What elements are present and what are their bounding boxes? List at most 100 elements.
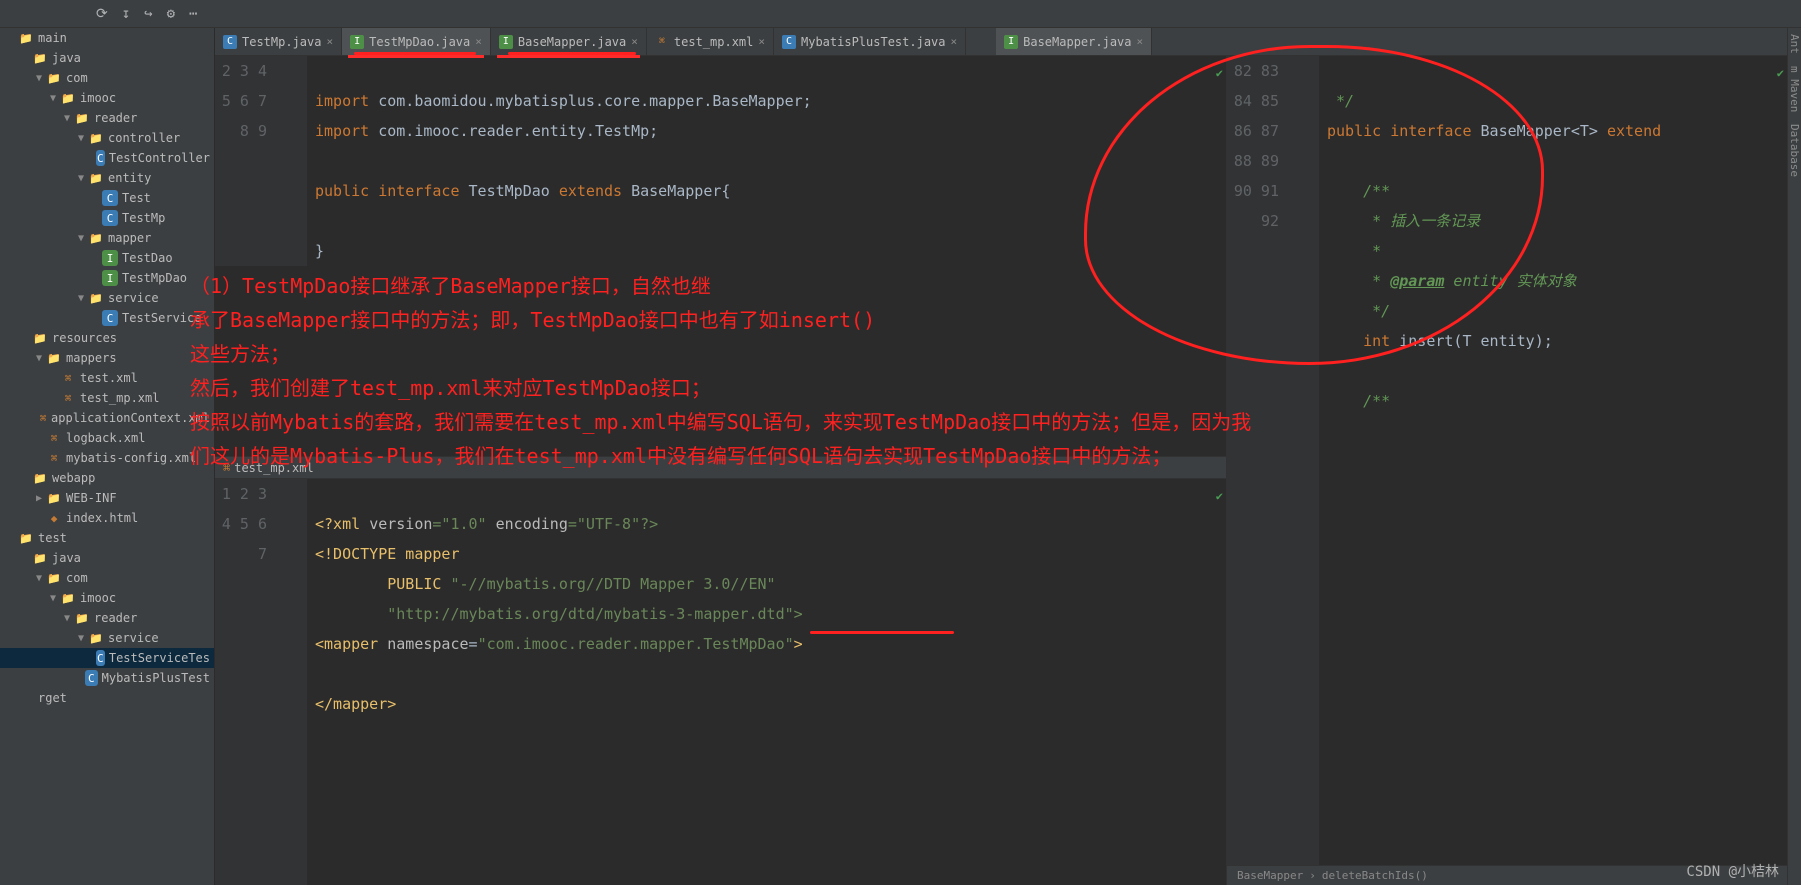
tree-label: main <box>38 31 67 45</box>
expand-arrow-icon[interactable]: ▼ <box>74 293 88 304</box>
inspection-ok-icon: ✔ <box>1777 58 1784 88</box>
xml-icon: ⌘ <box>223 461 230 475</box>
sync-icon[interactable]: ⟳ <box>96 6 108 22</box>
more-icon[interactable]: ⋯ <box>189 6 197 22</box>
close-icon[interactable]: × <box>951 35 958 48</box>
tree-item[interactable]: CMybatisPlusTest <box>0 668 214 688</box>
tree-item[interactable]: ⌘applicationContext.xml <box>0 408 214 428</box>
expand-arrow-icon[interactable]: ▼ <box>74 173 88 184</box>
ant-tool[interactable]: Ant <box>1788 28 1801 60</box>
editor-tab[interactable]: CMybatisPlusTest.java× <box>774 28 966 55</box>
tree-item[interactable]: ▼📁com <box>0 68 214 88</box>
database-tool[interactable]: Database <box>1788 118 1801 183</box>
tree-item[interactable]: ▼📁mapper <box>0 228 214 248</box>
expand-arrow-icon[interactable]: ▶ <box>32 493 46 504</box>
file-icon: ⌘ <box>60 370 76 386</box>
tree-item[interactable]: ▼📁controller <box>0 128 214 148</box>
tree-label: mapper <box>108 231 151 245</box>
editor-test-mp-xml[interactable]: ✔ 1 2 3 4 5 6 7 <?xml version="1.0" enco… <box>215 479 1226 885</box>
tree-label: test <box>38 531 67 545</box>
tree-item[interactable]: 📁main <box>0 28 214 48</box>
expand-arrow-icon[interactable]: ▼ <box>46 93 60 104</box>
tree-item[interactable]: ▼📁com <box>0 568 214 588</box>
file-icon: 📁 <box>88 630 104 646</box>
tree-item[interactable]: ▼📁service <box>0 628 214 648</box>
tree-item[interactable]: ▶📁WEB-INF <box>0 488 214 508</box>
close-icon[interactable]: × <box>631 35 638 48</box>
tab-test-mp-xml[interactable]: ⌘ test_mp.xml <box>215 457 1226 479</box>
tree-item[interactable]: ◆index.html <box>0 508 214 528</box>
tree-item[interactable]: CTestService <box>0 308 214 328</box>
file-icon: 📁 <box>32 550 48 566</box>
gear-icon[interactable]: ⚙ <box>167 6 175 22</box>
tree-item[interactable]: ⌘logback.xml <box>0 428 214 448</box>
right-tool-strip: Ant m Maven Database <box>1787 28 1801 885</box>
annotation-underline <box>508 52 636 55</box>
tree-item[interactable]: ⌘test_mp.xml <box>0 388 214 408</box>
tree-item[interactable]: 📁test <box>0 528 214 548</box>
editor-tab[interactable]: IBaseMapper.java× <box>491 28 647 55</box>
tab-label: test_mp.xml <box>674 35 753 49</box>
run-icon[interactable]: ↪ <box>144 6 152 22</box>
close-icon[interactable]: × <box>475 35 482 48</box>
file-icon: C <box>96 150 105 166</box>
expand-arrow-icon[interactable]: ▼ <box>74 633 88 644</box>
expand-arrow-icon[interactable]: ▼ <box>74 233 88 244</box>
tree-item[interactable]: ▼📁reader <box>0 108 214 128</box>
tree-item[interactable]: ▼📁imooc <box>0 88 214 108</box>
tree-item[interactable]: ▼📁imooc <box>0 588 214 608</box>
tree-item[interactable]: CTestServiceTes <box>0 648 214 668</box>
download-icon[interactable]: ↧ <box>122 6 130 22</box>
tree-item[interactable]: rget <box>0 688 214 708</box>
editor-tab[interactable]: ⌘test_mp.xml× <box>647 28 774 55</box>
main-toolbar: ⟳ ↧ ↪ ⚙ ⋯ <box>0 0 1801 28</box>
expand-arrow-icon[interactable]: ▼ <box>60 113 74 124</box>
tree-item[interactable]: CTestMp <box>0 208 214 228</box>
file-icon: C <box>782 35 796 49</box>
maven-tool[interactable]: m Maven <box>1788 60 1801 118</box>
expand-arrow-icon[interactable]: ▼ <box>32 73 46 84</box>
editor-basemapper[interactable]: ✔ 82 83 84 85 86 87 88 89 90 91 92 */ pu… <box>1227 56 1787 865</box>
expand-arrow-icon[interactable]: ▼ <box>74 133 88 144</box>
tree-label: TestController <box>109 151 210 165</box>
project-tree[interactable]: 📁main📁java▼📁com▼📁imooc▼📁reader▼📁controll… <box>0 28 215 885</box>
tree-item[interactable]: ⌘mybatis-config.xml <box>0 448 214 468</box>
expand-arrow-icon[interactable]: ▼ <box>46 593 60 604</box>
file-icon: I <box>102 270 118 286</box>
expand-arrow-icon[interactable]: ▼ <box>60 613 74 624</box>
editor-tab[interactable]: IBaseMapper.java× <box>996 28 1152 55</box>
tree-item[interactable]: 📁java <box>0 48 214 68</box>
expand-arrow-icon[interactable]: ▼ <box>32 353 46 364</box>
tab-label: test_mp.xml <box>234 461 313 475</box>
tree-item[interactable]: ▼📁mappers <box>0 348 214 368</box>
tree-item[interactable]: ▼📁service <box>0 288 214 308</box>
tree-item[interactable]: 📁resources <box>0 328 214 348</box>
file-icon: 📁 <box>60 590 76 606</box>
tree-item[interactable]: ▼📁entity <box>0 168 214 188</box>
tree-item[interactable]: ⌘test.xml <box>0 368 214 388</box>
close-icon[interactable]: × <box>326 35 333 48</box>
tree-item[interactable]: 📁webapp <box>0 468 214 488</box>
close-icon[interactable]: × <box>758 35 765 48</box>
tab-label: TestMp.java <box>242 35 321 49</box>
tree-item[interactable]: ITestDao <box>0 248 214 268</box>
editor-tab[interactable]: ITestMpDao.java× <box>342 28 491 55</box>
tree-item[interactable]: C TestController <box>0 148 214 168</box>
editor-testmpdao[interactable]: ✔ 2 3 4 5 6 7 8 9 import com.baomidou.my… <box>215 56 1226 266</box>
tree-item[interactable]: ▼📁reader <box>0 608 214 628</box>
file-icon: C <box>96 650 105 666</box>
breadcrumb-class[interactable]: BaseMapper <box>1237 869 1303 882</box>
tree-label: service <box>108 291 159 305</box>
expand-arrow-icon[interactable]: ▼ <box>32 573 46 584</box>
tab-label: BaseMapper.java <box>518 35 626 49</box>
editor-tab[interactable]: CTestMp.java× <box>215 28 342 55</box>
tree-item[interactable]: ITestMpDao <box>0 268 214 288</box>
tree-item[interactable]: CTest <box>0 188 214 208</box>
tree-item[interactable]: 📁java <box>0 548 214 568</box>
file-icon: C <box>102 190 118 206</box>
file-icon: 📁 <box>60 90 76 106</box>
breadcrumb-method[interactable]: deleteBatchIds() <box>1322 869 1428 882</box>
file-icon: C <box>85 670 98 686</box>
close-icon[interactable]: × <box>1137 35 1144 48</box>
code-content: */ public interface BaseMapper<T> extend… <box>1319 56 1787 865</box>
